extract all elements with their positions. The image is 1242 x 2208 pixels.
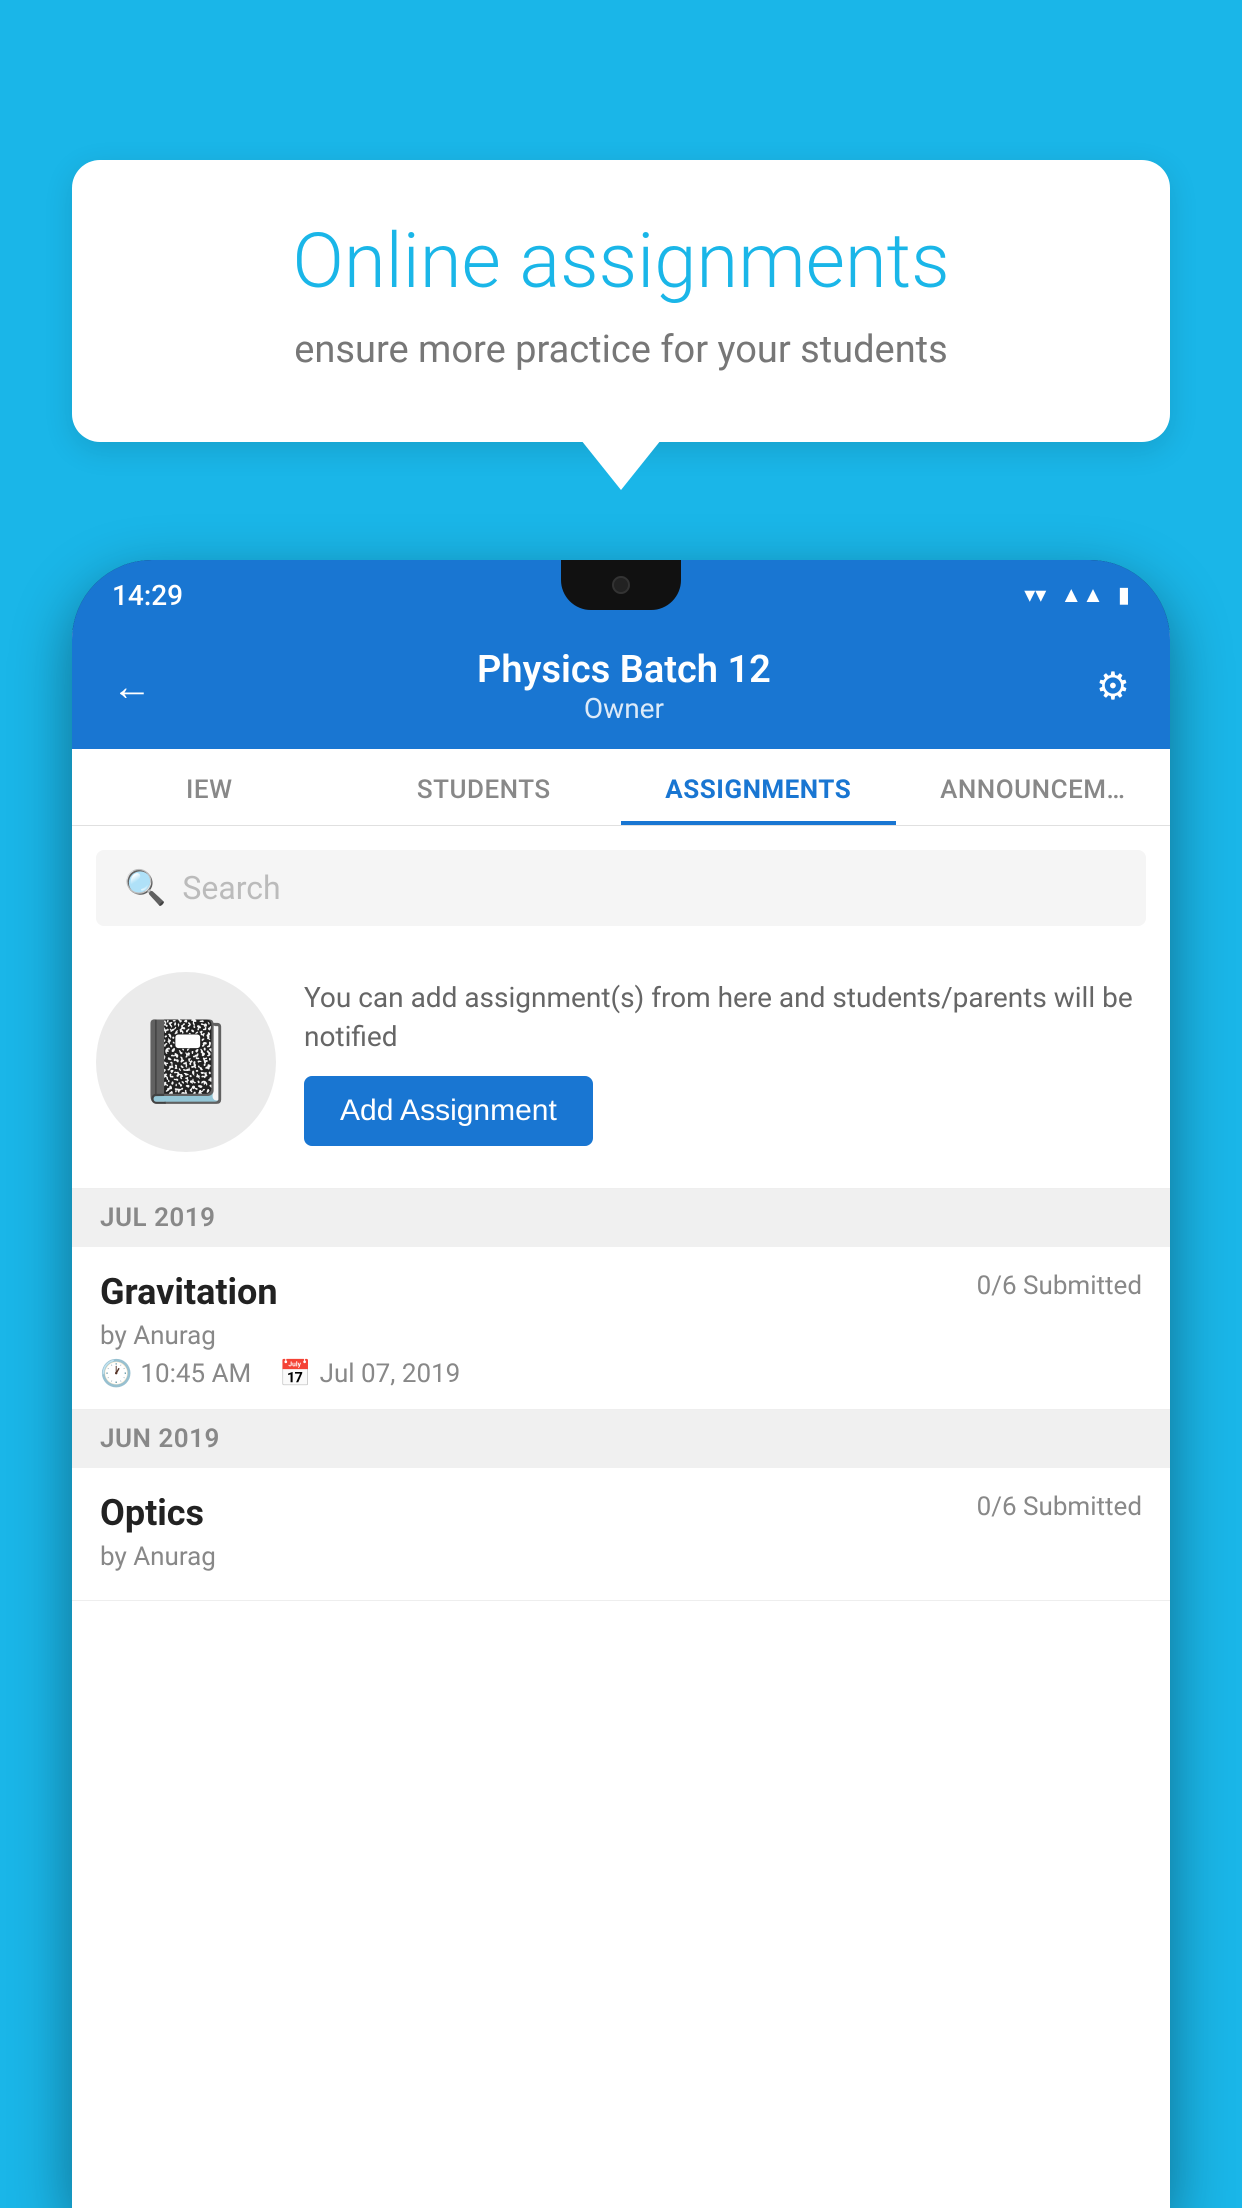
prompt-text: You can add assignment(s) from here and … xyxy=(304,978,1146,1056)
assignment-name: Optics xyxy=(100,1492,204,1534)
speech-bubble-card: Online assignments ensure more practice … xyxy=(72,160,1170,442)
assignment-author: by Anurag xyxy=(100,1321,1142,1351)
tab-announcements[interactable]: ANNOUNCEM… xyxy=(896,749,1171,825)
assignment-item[interactable]: Gravitation 0/6 Submitted by Anurag 🕐 10… xyxy=(72,1247,1170,1410)
meta-time: 🕐 10:45 AM xyxy=(100,1359,251,1389)
assignment-meta: 🕐 10:45 AM 📅 Jul 07, 2019 xyxy=(100,1359,1142,1389)
assignment-prompt: 📓 You can add assignment(s) from here an… xyxy=(72,942,1170,1189)
assignment-time: 10:45 AM xyxy=(140,1359,251,1389)
section-header-jun: JUN 2019 xyxy=(72,1410,1170,1468)
phone-frame: 14:29 ▾▾ ▲▲ ▮ ← Physics Batch 12 Owner ⚙… xyxy=(72,560,1170,2208)
speech-bubble-title: Online assignments xyxy=(142,220,1100,304)
speech-bubble-subtitle: ensure more practice for your students xyxy=(142,328,1100,372)
assignment-item[interactable]: Optics 0/6 Submitted by Anurag xyxy=(72,1468,1170,1601)
search-icon: 🔍 xyxy=(124,868,166,908)
assignment-submitted: 0/6 Submitted xyxy=(977,1492,1142,1522)
calendar-icon: 📅 xyxy=(279,1359,311,1389)
app-header: ← Physics Batch 12 Owner ⚙ xyxy=(72,630,1170,749)
section-header-jul: JUL 2019 xyxy=(72,1189,1170,1247)
batch-title: Physics Batch 12 xyxy=(152,648,1096,692)
tabs-bar: IEW STUDENTS ASSIGNMENTS ANNOUNCEM… xyxy=(72,749,1170,826)
tab-iew[interactable]: IEW xyxy=(72,749,347,825)
meta-date: 📅 Jul 07, 2019 xyxy=(279,1359,460,1389)
assignment-item-header: Gravitation 0/6 Submitted xyxy=(100,1271,1142,1313)
clock-icon: 🕐 xyxy=(100,1359,132,1389)
assignment-submitted: 0/6 Submitted xyxy=(977,1271,1142,1301)
settings-icon[interactable]: ⚙ xyxy=(1096,664,1130,709)
signal-icon: ▲▲ xyxy=(1060,582,1104,608)
batch-role: Owner xyxy=(152,692,1096,725)
add-assignment-button[interactable]: Add Assignment xyxy=(304,1076,593,1146)
prompt-icon-circle: 📓 xyxy=(96,972,276,1152)
status-bar: 14:29 ▾▾ ▲▲ ▮ xyxy=(72,560,1170,630)
back-button[interactable]: ← xyxy=(112,663,152,710)
assignment-date: Jul 07, 2019 xyxy=(320,1359,461,1389)
assignment-name: Gravitation xyxy=(100,1271,278,1313)
camera-icon xyxy=(612,576,630,594)
search-placeholder: Search xyxy=(182,869,280,907)
phone-screen: ← Physics Batch 12 Owner ⚙ IEW STUDENTS … xyxy=(72,630,1170,2208)
prompt-content: You can add assignment(s) from here and … xyxy=(304,978,1146,1146)
content-area: 🔍 Search 📓 You can add assignment(s) fro… xyxy=(72,826,1170,2208)
header-center: Physics Batch 12 Owner xyxy=(152,648,1096,725)
status-time: 14:29 xyxy=(112,579,183,612)
assignment-author: by Anurag xyxy=(100,1542,1142,1572)
phone-notch xyxy=(561,560,681,610)
assignment-item-header: Optics 0/6 Submitted xyxy=(100,1492,1142,1534)
wifi-icon: ▾▾ xyxy=(1024,583,1046,608)
tab-students[interactable]: STUDENTS xyxy=(347,749,622,825)
battery-icon: ▮ xyxy=(1118,583,1130,608)
status-icons: ▾▾ ▲▲ ▮ xyxy=(1024,582,1130,608)
notebook-icon: 📓 xyxy=(136,1015,236,1109)
search-bar[interactable]: 🔍 Search xyxy=(96,850,1146,926)
tab-assignments[interactable]: ASSIGNMENTS xyxy=(621,749,896,825)
